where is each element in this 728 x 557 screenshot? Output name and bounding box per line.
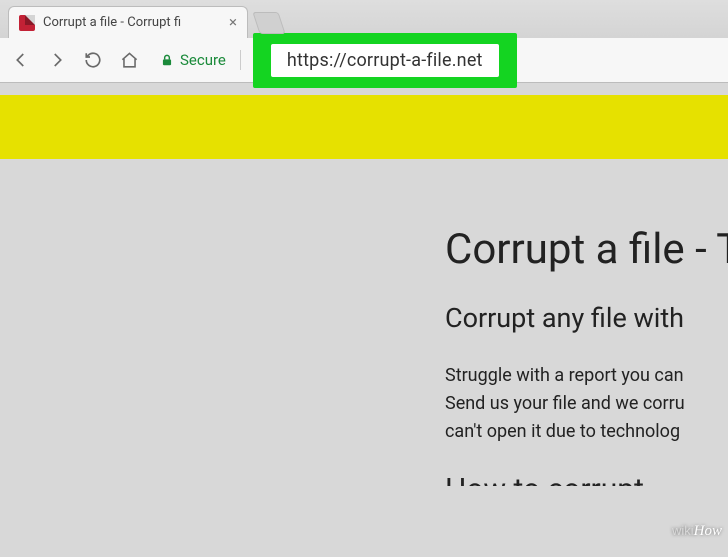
watermark-suffix: How — [694, 523, 722, 539]
body-line: Send us your file and we corru — [445, 390, 728, 418]
secure-indicator[interactable]: Secure — [160, 51, 226, 69]
page-viewport: Corrupt a file - T Corrupt any file with… — [0, 95, 728, 557]
tab-title: Corrupt a file - Corrupt fi — [43, 15, 221, 30]
secure-label: Secure — [180, 51, 226, 69]
reload-icon[interactable] — [82, 51, 104, 69]
address-bar[interactable]: https://corrupt-a-file.net — [271, 44, 499, 77]
body-line: Struggle with a report you can — [445, 362, 728, 390]
page-content: Corrupt a file - T Corrupt any file with… — [445, 225, 728, 486]
forward-icon[interactable] — [46, 51, 68, 69]
page-heading: Corrupt a file - T — [445, 225, 728, 274]
home-icon[interactable] — [118, 51, 140, 70]
url-highlight-box: https://corrupt-a-file.net — [253, 33, 517, 88]
browser-chrome: Corrupt a file - Corrupt fi × Secure htt… — [0, 0, 728, 83]
close-icon[interactable]: × — [229, 15, 237, 30]
body-line: can't open it due to technolog — [445, 418, 728, 446]
new-tab-button[interactable] — [252, 12, 285, 34]
back-icon[interactable] — [10, 51, 32, 69]
favicon-icon — [19, 15, 35, 31]
page-body: Struggle with a report you can Send us y… — [445, 362, 728, 446]
toolbar-divider — [240, 50, 241, 70]
watermark: wikiHow — [672, 523, 722, 540]
page-heading-2: How to corrupt — [445, 472, 728, 486]
toolbar: Secure https://corrupt-a-file.net — [0, 38, 728, 82]
page-subheading: Corrupt any file with — [445, 302, 728, 334]
watermark-prefix: wiki — [672, 523, 694, 538]
site-banner — [0, 95, 728, 159]
browser-tab[interactable]: Corrupt a file - Corrupt fi × — [8, 6, 248, 38]
lock-icon — [160, 52, 174, 68]
